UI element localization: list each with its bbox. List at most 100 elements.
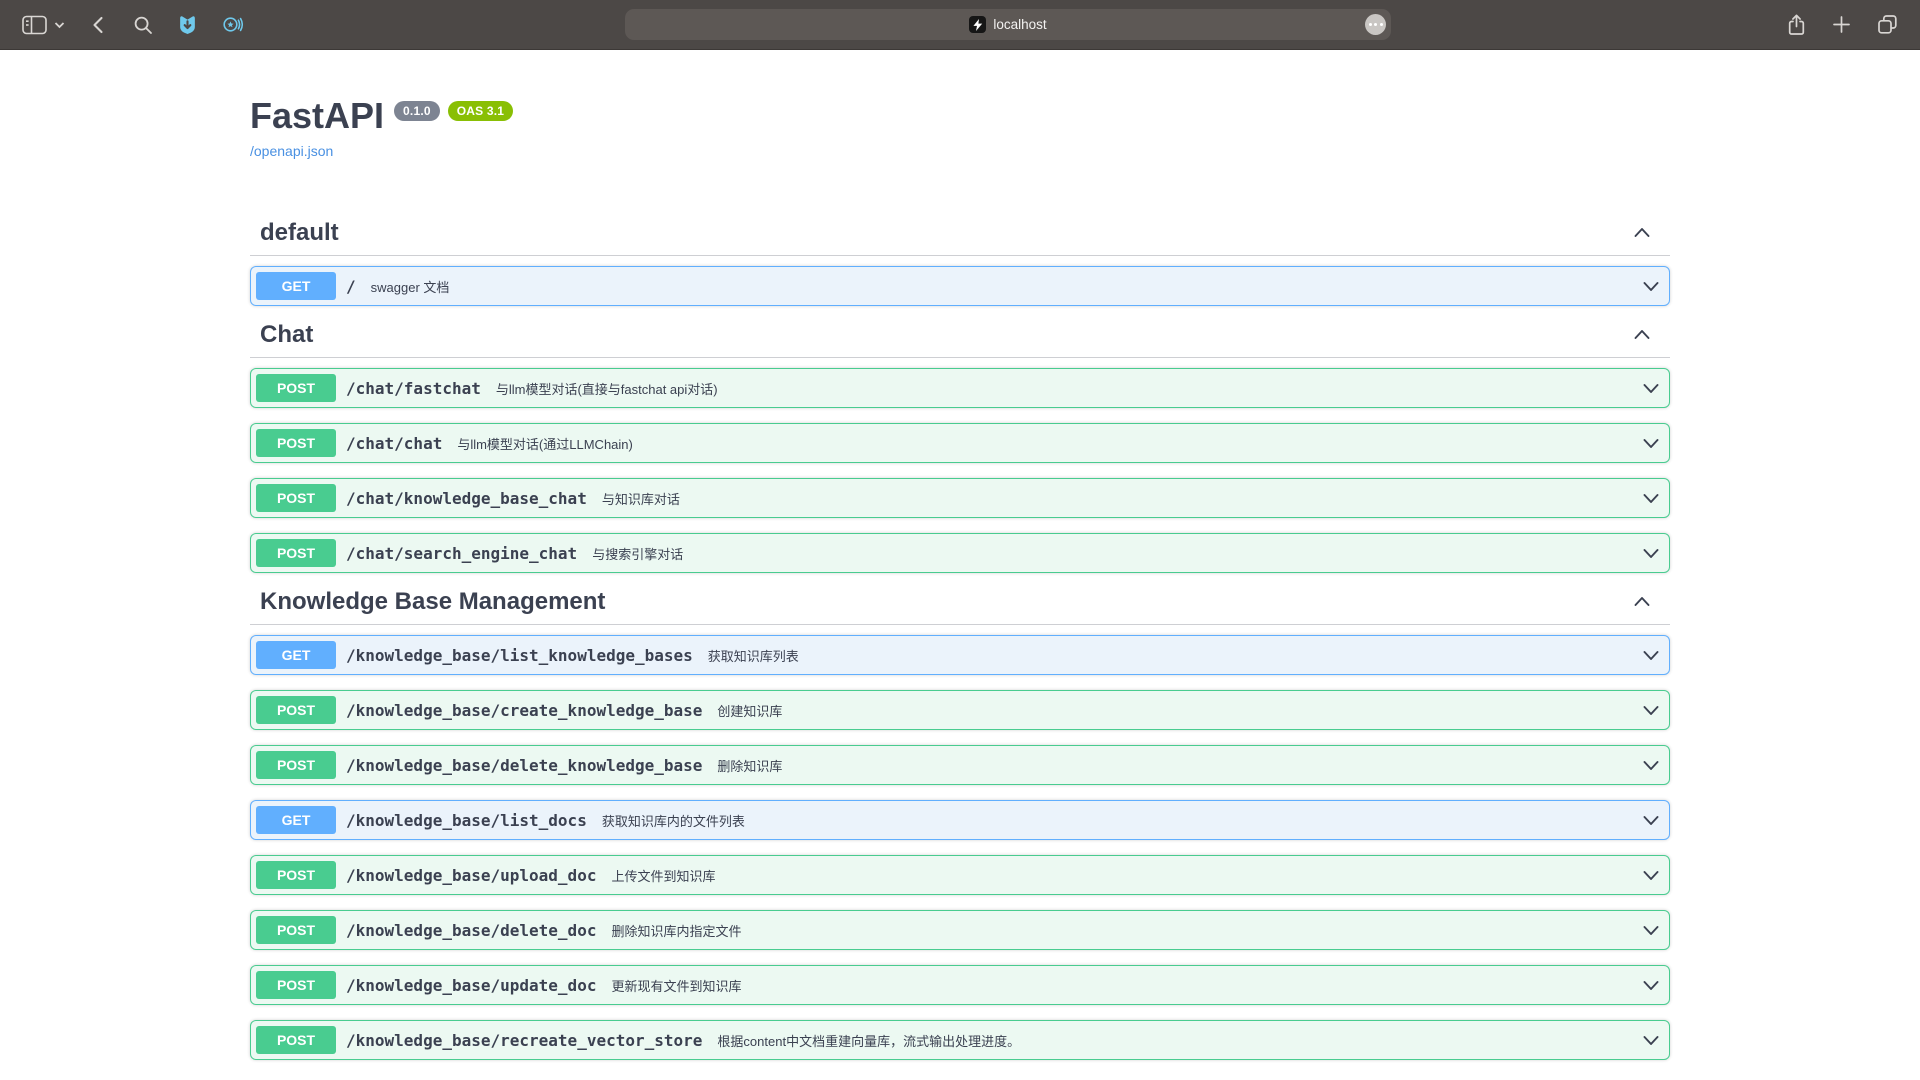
- endpoint-row[interactable]: POST /knowledge_base/update_doc 更新现有文件到知…: [250, 965, 1670, 1005]
- method-badge: POST: [256, 374, 336, 402]
- api-sections: default GET / swagger 文档 Chat: [250, 219, 1670, 1060]
- endpoint-description: 删除知识库内指定文件: [611, 921, 741, 940]
- method-badge: POST: [256, 971, 336, 999]
- endpoint-description: 删除知识库: [717, 756, 782, 775]
- endpoint-row[interactable]: POST /chat/fastchat 与llm模型对话(直接与fastchat…: [250, 368, 1670, 408]
- address-bar[interactable]: localhost: [625, 9, 1391, 40]
- endpoint-description: 与搜索引擎对话: [592, 544, 683, 563]
- sidebar-toggle-icon[interactable]: [22, 15, 48, 35]
- api-tag-section: Chat POST /chat/fastchat 与llm模型对话(直接与fas…: [250, 321, 1670, 573]
- method-badge: POST: [256, 751, 336, 779]
- endpoint-description: 与知识库对话: [602, 489, 680, 508]
- expand-endpoint-button[interactable]: [1641, 810, 1661, 830]
- search-icon[interactable]: [133, 15, 153, 35]
- api-tag-section: default GET / swagger 文档: [250, 219, 1670, 306]
- collapse-section-button[interactable]: [1632, 223, 1652, 243]
- version-badge: 0.1.0: [394, 101, 440, 121]
- section-title: default: [260, 219, 339, 247]
- page-menu-ellipsis-icon[interactable]: [1365, 14, 1386, 35]
- sidebar-chevron-down-icon[interactable]: [54, 21, 65, 29]
- new-tab-icon[interactable]: [1832, 15, 1851, 34]
- expand-endpoint-button[interactable]: [1641, 276, 1661, 296]
- endpoint-row[interactable]: GET /knowledge_base/list_knowledge_bases…: [250, 635, 1670, 675]
- endpoint-row[interactable]: POST /chat/chat 与llm模型对话(通过LLMChain): [250, 423, 1670, 463]
- oas-badge: OAS 3.1: [448, 101, 513, 121]
- api-info: FastAPI 0.1.0 OAS 3.1 /openapi.json: [250, 96, 1670, 161]
- browser-toolbar: localhost: [0, 0, 1920, 50]
- openapi-json-link[interactable]: /openapi.json: [250, 143, 333, 159]
- expand-endpoint-button[interactable]: [1641, 433, 1661, 453]
- page-title: FastAPI: [250, 96, 384, 136]
- endpoint-description: 获取知识库内的文件列表: [602, 811, 745, 830]
- endpoint-row[interactable]: POST /knowledge_base/delete_doc 删除知识库内指定…: [250, 910, 1670, 950]
- expand-endpoint-button[interactable]: [1641, 488, 1661, 508]
- endpoint-row[interactable]: GET /knowledge_base/list_docs 获取知识库内的文件列…: [250, 800, 1670, 840]
- endpoint-row[interactable]: POST /knowledge_base/create_knowledge_ba…: [250, 690, 1670, 730]
- endpoint-path: /chat/search_engine_chat: [346, 544, 577, 563]
- api-tag-section: Knowledge Base Management GET /knowledge…: [250, 588, 1670, 1060]
- method-badge: POST: [256, 539, 336, 567]
- endpoint-row[interactable]: POST /knowledge_base/upload_doc 上传文件到知识库: [250, 855, 1670, 895]
- method-badge: POST: [256, 484, 336, 512]
- method-badge: POST: [256, 429, 336, 457]
- share-icon[interactable]: [1787, 14, 1806, 36]
- endpoint-row[interactable]: GET / swagger 文档: [250, 266, 1670, 306]
- section-header[interactable]: Knowledge Base Management: [250, 588, 1670, 625]
- endpoint-description: 更新现有文件到知识库: [611, 976, 741, 995]
- endpoint-path: /knowledge_base/create_knowledge_base: [346, 701, 702, 720]
- endpoint-row[interactable]: POST /knowledge_base/recreate_vector_sto…: [250, 1020, 1670, 1060]
- expand-endpoint-button[interactable]: [1641, 920, 1661, 940]
- expand-endpoint-button[interactable]: [1641, 645, 1661, 665]
- expand-endpoint-button[interactable]: [1641, 378, 1661, 398]
- endpoint-description: 根据content中文档重建向量库，流式输出处理进度。: [717, 1031, 1020, 1050]
- endpoint-path: /: [346, 277, 356, 296]
- endpoint-row[interactable]: POST /knowledge_base/delete_knowledge_ba…: [250, 745, 1670, 785]
- endpoint-description: swagger 文档: [371, 277, 450, 296]
- method-badge: GET: [256, 641, 336, 669]
- expand-endpoint-button[interactable]: [1641, 543, 1661, 563]
- collapse-section-button[interactable]: [1632, 325, 1652, 345]
- method-badge: POST: [256, 696, 336, 724]
- expand-endpoint-button[interactable]: [1641, 1030, 1661, 1050]
- expand-endpoint-button[interactable]: [1641, 700, 1661, 720]
- endpoint-path: /knowledge_base/delete_doc: [346, 921, 596, 940]
- method-badge: POST: [256, 1026, 336, 1054]
- section-header[interactable]: Chat: [250, 321, 1670, 358]
- endpoint-path: /knowledge_base/list_knowledge_bases: [346, 646, 693, 665]
- endpoint-path: /knowledge_base/update_doc: [346, 976, 596, 995]
- endpoint-description: 与llm模型对话(直接与fastchat api对话): [496, 379, 718, 398]
- swagger-ui-page: FastAPI 0.1.0 OAS 3.1 /openapi.json defa…: [0, 50, 1920, 1080]
- endpoint-description: 上传文件到知识库: [611, 866, 715, 885]
- endpoint-description: 与llm模型对话(通过LLMChain): [457, 434, 633, 453]
- section-title: Knowledge Base Management: [260, 588, 605, 616]
- expand-endpoint-button[interactable]: [1641, 865, 1661, 885]
- endpoint-path: /knowledge_base/list_docs: [346, 811, 587, 830]
- endpoint-path: /chat/knowledge_base_chat: [346, 489, 587, 508]
- endpoint-path: /knowledge_base/recreate_vector_store: [346, 1031, 702, 1050]
- section-operations: GET /knowledge_base/list_knowledge_bases…: [250, 635, 1670, 1060]
- section-operations: GET / swagger 文档: [250, 266, 1670, 306]
- section-operations: POST /chat/fastchat 与llm模型对话(直接与fastchat…: [250, 368, 1670, 573]
- tab-overview-icon[interactable]: [1877, 14, 1898, 35]
- endpoint-row[interactable]: POST /chat/knowledge_base_chat 与知识库对话: [250, 478, 1670, 518]
- section-title: Chat: [260, 321, 313, 349]
- section-header[interactable]: default: [250, 219, 1670, 256]
- endpoint-path: /chat/chat: [346, 434, 442, 453]
- back-icon[interactable]: [89, 15, 109, 35]
- endpoint-path: /chat/fastchat: [346, 379, 481, 398]
- method-badge: POST: [256, 861, 336, 889]
- endpoint-row[interactable]: POST /chat/search_engine_chat 与搜索引擎对话: [250, 533, 1670, 573]
- method-badge: POST: [256, 916, 336, 944]
- extension-shield-download-icon[interactable]: [177, 14, 198, 35]
- address-bar-url: localhost: [993, 17, 1046, 32]
- expand-endpoint-button[interactable]: [1641, 975, 1661, 995]
- site-favicon-icon: [969, 16, 986, 33]
- extension-rings-star-icon[interactable]: [222, 14, 243, 35]
- method-badge: GET: [256, 806, 336, 834]
- expand-endpoint-button[interactable]: [1641, 755, 1661, 775]
- endpoint-path: /knowledge_base/delete_knowledge_base: [346, 756, 702, 775]
- endpoint-description: 创建知识库: [717, 701, 782, 720]
- endpoint-description: 获取知识库列表: [708, 646, 799, 665]
- endpoint-path: /knowledge_base/upload_doc: [346, 866, 596, 885]
- collapse-section-button[interactable]: [1632, 592, 1652, 612]
